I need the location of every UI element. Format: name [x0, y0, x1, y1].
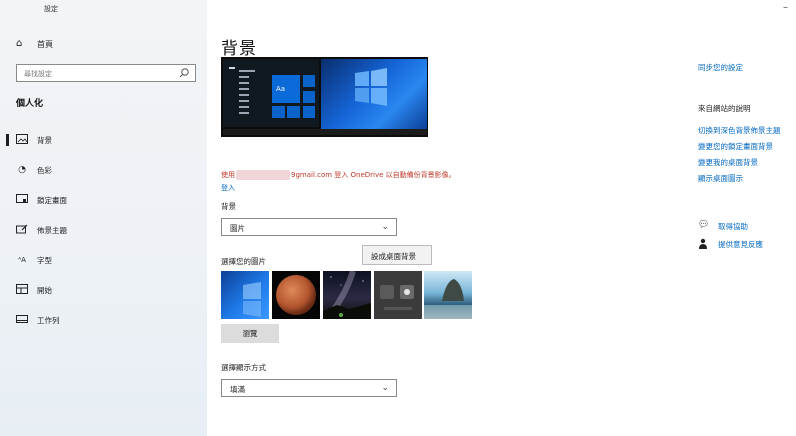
- preview-wallpaper: [321, 59, 427, 129]
- thumbnail-beach-rock[interactable]: [424, 271, 472, 319]
- font-icon: ᴬA: [18, 256, 26, 264]
- background-label: 背景: [221, 202, 236, 211]
- sidebar-item-label: 開始: [37, 286, 52, 295]
- background-type-value: 圖片: [230, 224, 245, 233]
- preview-line: [239, 112, 249, 114]
- sidebar-item-start[interactable]: 開始: [0, 280, 207, 300]
- onedrive-prefix: 使用: [221, 171, 235, 179]
- preview-tile: [303, 106, 315, 118]
- sidebar-item-lock-screen[interactable]: 鎖定畫面: [0, 190, 207, 210]
- windows-logo-icon: [243, 282, 261, 317]
- search-icon: [179, 68, 189, 78]
- active-indicator: [6, 134, 9, 146]
- settings-dark-image: [380, 285, 414, 310]
- background-preview: Aa: [221, 57, 428, 137]
- sidebar-item-background[interactable]: 背景: [0, 130, 207, 150]
- sidebar-item-fonts[interactable]: ᴬA 字型: [0, 250, 207, 270]
- preview-tile: [287, 106, 300, 118]
- preview-line: [239, 94, 249, 96]
- set-background-tooltip: 設成桌面背景: [362, 245, 432, 265]
- preview-tile: [272, 106, 285, 118]
- home-nav-item[interactable]: ⌂ 首頁: [0, 36, 207, 54]
- minimize-button[interactable]: –: [783, 2, 788, 13]
- preview-menu-glyph: [229, 67, 235, 69]
- get-help-label: 取得協助: [718, 222, 748, 231]
- feedback-label: 提供意見反應: [718, 240, 763, 249]
- get-help-link[interactable]: 💬︎ 取得協助: [698, 219, 794, 233]
- start-icon: [15, 284, 29, 296]
- preview-tile-label: Aa: [276, 85, 286, 93]
- fit-value: 填滿: [230, 385, 245, 394]
- preview-tile: [303, 91, 315, 103]
- preview-taskbar: [223, 129, 427, 135]
- choose-picture-label: 選擇您的圖片: [221, 257, 266, 266]
- help-chat-icon: 💬︎: [698, 220, 710, 230]
- preview-tile: Aa: [272, 75, 300, 103]
- background-type-select[interactable]: 圖片 ⌄: [221, 218, 397, 236]
- feedback-person-icon: [698, 238, 708, 252]
- mars-image: [276, 275, 316, 315]
- help-link-desktop-icons[interactable]: 顯示桌面圖示: [698, 173, 743, 184]
- thumbnail-mars[interactable]: [272, 271, 320, 319]
- feedback-link[interactable]: 提供意見反應: [698, 237, 794, 251]
- help-link-dark-theme[interactable]: 切換到深色背景佈景主題: [698, 125, 781, 136]
- signin-link[interactable]: 登入: [221, 183, 235, 193]
- sidebar: 設定 ⌂ 首頁 尋找設定 個人化 背景 ◔ 色彩 鎖定畫面 佈景主題 ᴬA 字型…: [0, 0, 207, 436]
- browse-button[interactable]: 瀏覽: [221, 324, 279, 343]
- title-bar: 設定: [0, 0, 207, 20]
- onedrive-suffix: 9gmail.com 登入 OneDrive 以自動備份背景影像。: [291, 171, 456, 179]
- preview-line: [239, 88, 249, 90]
- themes-icon: [15, 224, 29, 236]
- windows-logo-icon: [355, 68, 387, 106]
- beach-rock-image: [424, 279, 472, 319]
- page-title: 背景: [221, 39, 257, 59]
- home-icon: ⌂: [16, 38, 23, 49]
- sidebar-item-label: 背景: [37, 136, 52, 145]
- section-title: 個人化: [16, 99, 44, 109]
- palette-icon: ◔: [18, 165, 26, 175]
- preview-line: [239, 82, 249, 84]
- thumbnail-settings-dark[interactable]: [374, 271, 422, 319]
- sidebar-item-themes[interactable]: 佈景主題: [0, 220, 207, 240]
- preview-line: [239, 100, 249, 102]
- home-label: 首頁: [37, 40, 53, 49]
- lock-screen-icon: [15, 194, 29, 206]
- preview-start-menu: Aa: [223, 59, 319, 127]
- preview-line: [239, 70, 255, 72]
- thumbnail-milky-way[interactable]: [323, 271, 371, 319]
- preview-tile: [303, 75, 315, 87]
- picture-icon: [15, 134, 29, 146]
- search-input[interactable]: 尋找設定: [16, 64, 196, 82]
- chevron-down-icon: ⌄: [381, 383, 389, 393]
- help-link-desktop-bg[interactable]: 變更我的桌面背景: [698, 157, 758, 168]
- fit-select[interactable]: 填滿 ⌄: [221, 379, 397, 397]
- sidebar-item-label: 字型: [37, 256, 52, 265]
- sidebar-item-label: 色彩: [37, 166, 52, 175]
- taskbar-icon: [15, 314, 29, 326]
- milky-way-image: [323, 271, 371, 319]
- app-title: 設定: [44, 5, 58, 13]
- onedrive-message: 使用 9gmail.com 登入 OneDrive 以自動備份背景影像。: [221, 170, 456, 180]
- redacted-email: [236, 170, 290, 180]
- chevron-down-icon: ⌄: [381, 222, 389, 232]
- sync-settings-link[interactable]: 同步您的設定: [698, 62, 743, 73]
- back-button[interactable]: [12, 2, 28, 16]
- choose-fit-label: 選擇顯示方式: [221, 363, 266, 372]
- sidebar-item-label: 佈景主題: [37, 226, 67, 235]
- preview-line: [239, 106, 249, 108]
- preview-line: [239, 76, 249, 78]
- web-help-heading: 來自網站的說明: [698, 104, 751, 113]
- search-placeholder: 尋找設定: [24, 70, 52, 78]
- help-link-lock-screen[interactable]: 變更您的鎖定畫面背景: [698, 141, 773, 152]
- thumbnail-windows-default[interactable]: [221, 271, 269, 319]
- sidebar-item-colors[interactable]: ◔ 色彩: [0, 160, 207, 180]
- sidebar-item-label: 鎖定畫面: [37, 196, 67, 205]
- preview-app-list: [239, 70, 269, 118]
- sidebar-item-taskbar[interactable]: 工作列: [0, 310, 207, 330]
- sidebar-item-label: 工作列: [37, 316, 60, 325]
